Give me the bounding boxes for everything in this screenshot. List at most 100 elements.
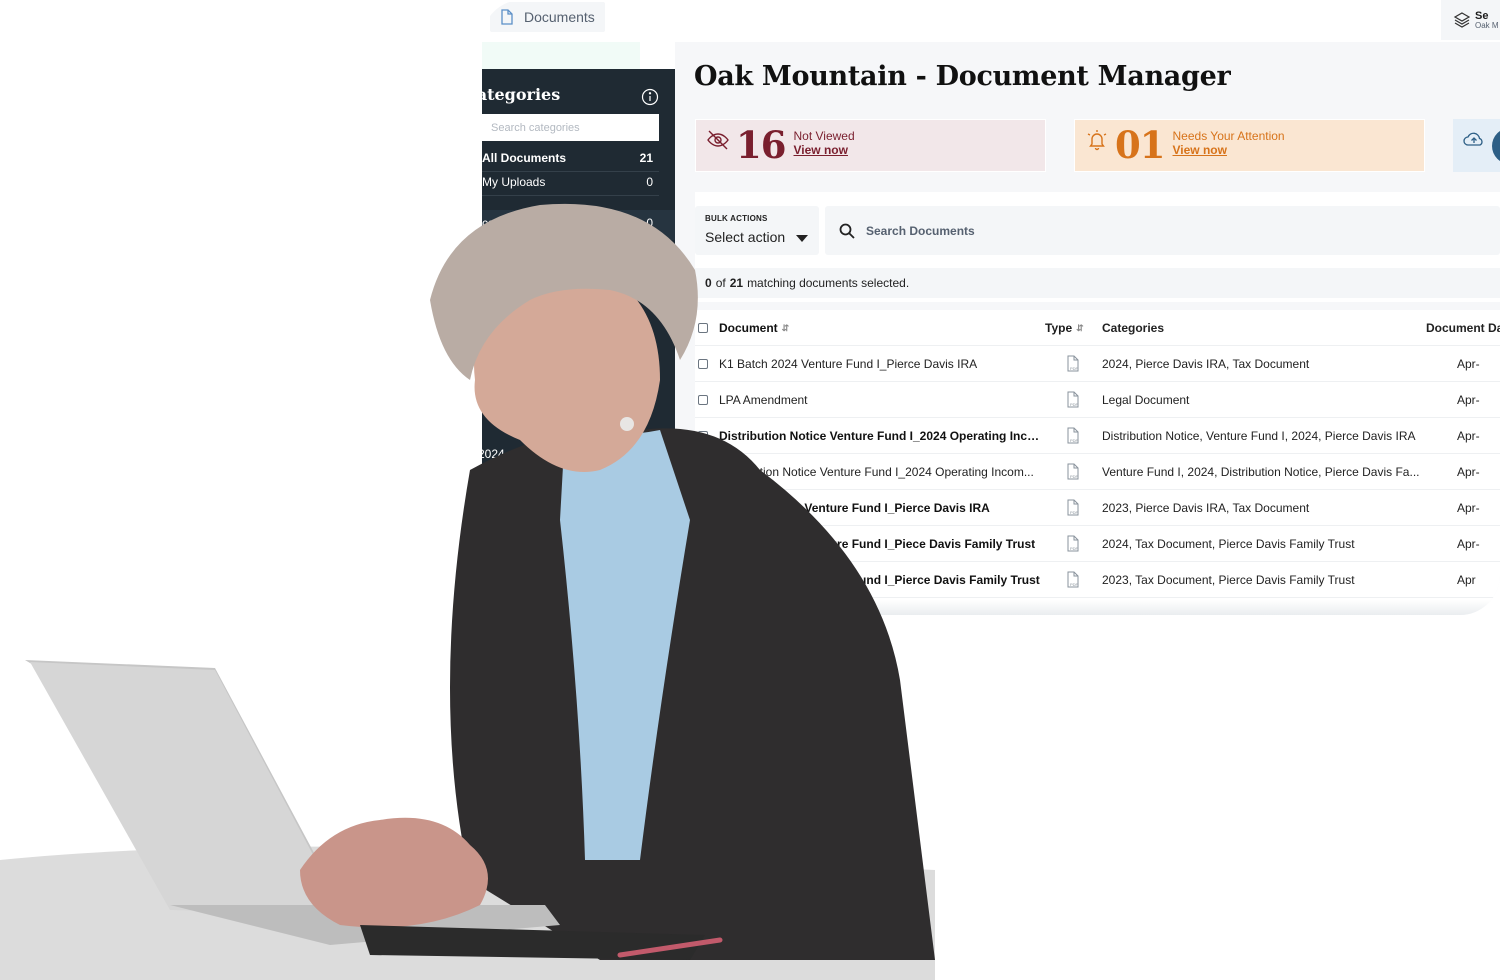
- not-viewed-count: 16: [736, 123, 786, 167]
- row-checkbox[interactable]: [698, 502, 708, 513]
- sidebar-category-capital-account[interactable]: Capital Account Statement: [482, 491, 619, 505]
- table-row[interactable]: LPA Amendment PDF Legal Document Apr-: [695, 382, 1500, 418]
- row-checkbox[interactable]: [698, 538, 708, 549]
- document-name[interactable]: LPA Amendment: [719, 393, 1044, 407]
- sidebar-category-capital-call[interactable]: Capital Call: [482, 513, 539, 527]
- table-scroll-fade: [695, 600, 1500, 615]
- document-date: Apr-: [1457, 356, 1480, 371]
- sidebar-item-count: 0: [646, 175, 653, 189]
- documents-table: Document⇵ Type⇵ Categories Document Date…: [695, 310, 1500, 615]
- sidebar-category-2024[interactable]: 2024: [482, 447, 505, 461]
- needs-attention-count: 01: [1115, 123, 1165, 167]
- svg-text:PDF: PDF: [1070, 366, 1079, 371]
- document-date: Apr-: [1457, 392, 1480, 407]
- tab-documents-label: Documents: [524, 9, 595, 25]
- document-name[interactable]: K1 Batch 2023 Venture Fund I_Pierce Davi…: [719, 573, 1044, 587]
- document-search-input[interactable]: [866, 223, 1366, 238]
- document-categories: Venture Fund I, 2024, Distribution Notic…: [1102, 464, 1420, 479]
- bulk-actions-value: Select action: [705, 229, 786, 245]
- pdf-file-icon: PDF: [1063, 463, 1085, 481]
- document-categories: 2023, Pierce Davis IRA, Tax Document: [1102, 500, 1310, 515]
- document-search[interactable]: [825, 206, 1500, 255]
- needs-attention-label: Needs Your Attention: [1172, 128, 1285, 143]
- upload-card[interactable]: [1453, 119, 1500, 172]
- sidebar-item-count: 0: [646, 216, 653, 230]
- column-header-document-date[interactable]: Document Date: [1426, 321, 1500, 335]
- bulk-actions-select[interactable]: BULK ACTIONS Select action: [695, 206, 819, 255]
- document-date: Apr-: [1457, 500, 1480, 515]
- row-checkbox[interactable]: [698, 430, 708, 441]
- laptop-lid-face: [30, 662, 345, 915]
- selection-summary: 0 of 21 matching documents selected.: [695, 268, 1500, 298]
- svg-text:PDF: PDF: [1070, 402, 1079, 407]
- table-row[interactable]: K1 Batch 2023 Venture Fund I_Pierce Davi…: [695, 490, 1500, 526]
- pdf-file-icon: PDF: [1063, 535, 1085, 553]
- tablet: [360, 925, 705, 960]
- row-checkbox[interactable]: [698, 466, 708, 477]
- upload-badge: [1492, 128, 1500, 164]
- row-checkbox[interactable]: [698, 574, 708, 585]
- document-categories: 2024, Pierce Davis IRA, Tax Document: [1102, 356, 1310, 371]
- document-name[interactable]: K1 Batch 2024 Venture Fund I_Piece Davis…: [719, 537, 1044, 551]
- pdf-file-icon: PDF: [1063, 571, 1085, 589]
- document-name[interactable]: Distribution Notice Venture Fund I_2024 …: [719, 465, 1044, 479]
- svg-text:PDF: PDF: [1070, 582, 1079, 587]
- sidebar-item-categories[interactable]: categories 0: [482, 212, 659, 234]
- not-viewed-card: 16 Not Viewed View now: [695, 119, 1046, 172]
- category-search-input[interactable]: [482, 114, 659, 141]
- document-icon: [501, 9, 513, 25]
- pdf-file-icon: PDF: [1063, 355, 1085, 373]
- svg-text:PDF: PDF: [1070, 510, 1079, 515]
- not-viewed-view-now-link[interactable]: View now: [794, 143, 855, 157]
- sort-icon: ⇵: [1076, 322, 1084, 333]
- sidebar-category-legal[interactable]: Legal Document: [482, 557, 565, 571]
- sidebar-item-count: 21: [639, 151, 653, 165]
- selection-suffix: matching documents selected.: [747, 276, 910, 290]
- sidebar-item-label: My Uploads: [482, 175, 546, 189]
- svg-text:PDF: PDF: [1070, 546, 1079, 551]
- sidebar-item-all-documents[interactable]: All Documents 21: [482, 147, 659, 169]
- bulk-actions-label: BULK ACTIONS: [705, 214, 768, 223]
- needs-attention-view-now-link[interactable]: View now: [1173, 143, 1285, 157]
- page-title: Oak Mountain - Document Manager: [694, 61, 1231, 92]
- document-categories: 2023, Tax Document, Pierce Davis Family …: [1102, 572, 1355, 587]
- table-row[interactable]: K1 Batch 2024 Venture Fund I_Piece Davis…: [695, 526, 1500, 562]
- pdf-file-icon: PDF: [1063, 391, 1085, 409]
- layers-icon: [1453, 12, 1471, 28]
- organization-subtitle: Oak M: [1475, 20, 1499, 30]
- document-name[interactable]: K1 Batch 2024 Venture Fund I_Pierce Davi…: [719, 357, 1044, 371]
- sort-icon: ⇵: [781, 322, 790, 333]
- desk: [0, 846, 935, 980]
- select-all-checkbox[interactable]: [698, 322, 708, 333]
- document-name[interactable]: K1 Batch 2023 Venture Fund I_Pierce Davi…: [719, 501, 1044, 515]
- sidebar-category-annual-report[interactable]: Annual Report: [482, 469, 555, 483]
- table-row[interactable]: K1 Batch 2024 Venture Fund I_Pierce Davi…: [695, 346, 1500, 382]
- sidebar-category-venture-fund[interactable]: Venture Fund I: [482, 601, 557, 615]
- table-row[interactable]: K1 Batch 2023 Venture Fund I_Pierce Davi…: [695, 562, 1500, 598]
- pdf-file-icon: PDF: [1063, 427, 1085, 445]
- document-categories: Distribution Notice, Venture Fund I, 202…: [1102, 428, 1416, 443]
- column-header-categories[interactable]: Categories: [1102, 321, 1427, 335]
- sidebar-header-strip: [482, 42, 640, 69]
- sidebar-category-distribution[interactable]: Distribution Notice: [482, 535, 575, 549]
- document-manager-window: Documents Se Oak M Categories All Docume…: [482, 0, 1500, 615]
- table-row[interactable]: Distribution Notice Venture Fund I_2024 …: [695, 418, 1500, 454]
- row-checkbox[interactable]: [698, 358, 708, 369]
- table-header-row: Document⇵ Type⇵ Categories Document Date: [695, 310, 1500, 346]
- document-categories: 2024, Tax Document, Pierce Davis Family …: [1102, 536, 1355, 551]
- table-row[interactable]: Distribution Notice Venture Fund I_2024 …: [695, 454, 1500, 490]
- column-header-label: Document: [719, 320, 778, 335]
- organization-switcher[interactable]: Se Oak M: [1441, 0, 1500, 40]
- tab-documents[interactable]: Documents: [490, 2, 605, 32]
- sidebar-item-my-uploads[interactable]: My Uploads 0: [482, 171, 659, 193]
- document-date: Apr-: [1457, 464, 1480, 479]
- sidebar-category-tax[interactable]: Tax Document: [482, 579, 555, 593]
- column-header-type[interactable]: Type ⇵: [1045, 321, 1084, 335]
- sidebar-item-label: categories: [482, 216, 538, 230]
- categories-sidebar: Categories All Documents 21 My Uploads 0…: [482, 69, 675, 615]
- document-name[interactable]: Distribution Notice Venture Fund I_2024 …: [719, 429, 1044, 443]
- column-header-document[interactable]: Document ⇵: [719, 321, 1044, 335]
- info-icon[interactable]: [641, 88, 659, 106]
- total-count: 21: [729, 276, 744, 290]
- row-checkbox[interactable]: [698, 394, 708, 405]
